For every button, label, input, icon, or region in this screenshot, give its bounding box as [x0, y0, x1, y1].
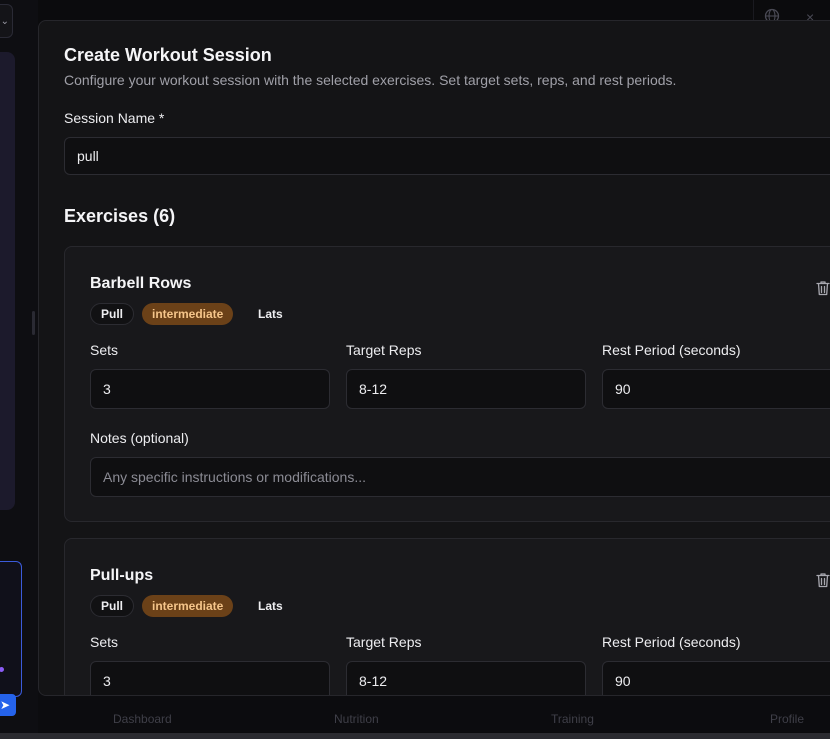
rest-input[interactable]: 90	[602, 661, 830, 695]
level-badge: intermediate	[142, 595, 234, 617]
category-badge: Pull	[90, 303, 135, 325]
muscle-badge: Lats	[258, 599, 283, 613]
chevron-down-icon: ⌄	[0, 15, 9, 27]
rest-label: Rest Period (seconds)	[602, 342, 741, 358]
dialog-title: Create Workout Session	[64, 45, 272, 65]
create-session-dialog: Create Workout Session Configure your wo…	[38, 20, 830, 696]
send-button[interactable]: ➤	[0, 694, 16, 716]
nav-nutrition[interactable]: Nutrition	[334, 712, 379, 726]
sets-input[interactable]: 3	[90, 369, 330, 409]
send-icon: ➤	[0, 698, 11, 712]
window-bottom-edge	[0, 733, 830, 739]
muscle-badge: Lats	[258, 307, 283, 321]
dialog-description: Configure your workout session with the …	[64, 72, 677, 88]
session-name-label: Session Name *	[64, 110, 165, 126]
nav-profile[interactable]: Profile	[770, 712, 804, 726]
exercise-card: Pull-ups Pull intermediate Lats Sets 3 T…	[64, 538, 830, 695]
bottom-navigation: Dashboard Nutrition Training Profile	[38, 690, 830, 732]
nav-training[interactable]: Training	[551, 712, 594, 726]
exercise-card: Barbell Rows Pull intermediate Lats Sets…	[64, 246, 830, 522]
background-panel	[0, 52, 15, 510]
background-chat-input[interactable]	[0, 561, 22, 697]
notes-input[interactable]: Any specific instructions or modificatio…	[90, 457, 830, 497]
nav-label: Profile	[770, 712, 805, 726]
level-badge: intermediate	[142, 303, 234, 325]
trash-icon[interactable]	[816, 280, 830, 300]
session-name-input[interactable]: pull	[64, 137, 830, 175]
nav-label: Training	[551, 712, 594, 726]
notes-label: Notes (optional)	[90, 430, 189, 446]
reps-input[interactable]: 8-12	[346, 369, 586, 409]
sets-label: Sets	[90, 634, 119, 650]
nav-label: Dashboard	[113, 712, 172, 726]
reps-label: Target Reps	[346, 342, 422, 358]
exercise-name: Barbell Rows	[90, 275, 192, 292]
exercises-heading: Exercises (6)	[64, 206, 176, 226]
nav-label: Nutrition	[334, 712, 379, 726]
rest-input[interactable]: 90	[602, 369, 830, 409]
sets-input[interactable]: 3	[90, 661, 330, 695]
resize-handle[interactable]	[32, 311, 35, 335]
category-badge: Pull	[90, 595, 135, 617]
background-select[interactable]: ⌄	[0, 4, 13, 38]
rest-label: Rest Period (seconds)	[602, 634, 741, 650]
reps-label: Target Reps	[346, 634, 422, 650]
exercise-name: Pull-ups	[90, 567, 154, 584]
trash-icon[interactable]	[816, 572, 830, 592]
sets-label: Sets	[90, 342, 119, 358]
reps-input[interactable]: 8-12	[346, 661, 586, 695]
nav-dashboard[interactable]: Dashboard	[113, 712, 172, 726]
